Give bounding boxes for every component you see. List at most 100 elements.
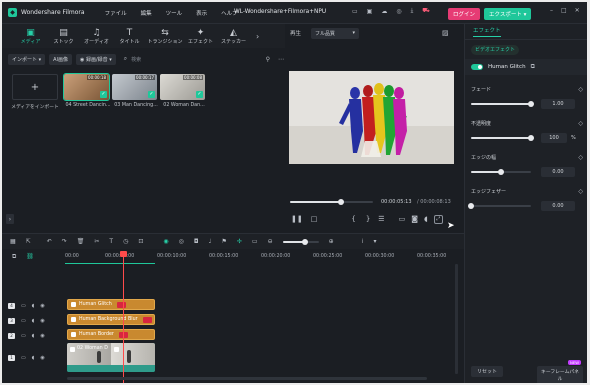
quality-dropdown[interactable]: フル品質 ▾: [311, 27, 360, 39]
stop-icon[interactable]: □: [311, 215, 318, 223]
player-scrubber[interactable]: [338, 199, 345, 205]
param-slider[interactable]: [468, 203, 531, 209]
import-dropdown[interactable]: インポート ▾: [8, 53, 46, 65]
param-value[interactable]: 1.00: [541, 99, 575, 109]
mask-icon[interactable]: ◘: [194, 238, 199, 245]
tab-transition[interactable]: ⇆ トランジション: [146, 24, 184, 48]
mark-in-icon[interactable]: {: [351, 215, 355, 223]
settings-icon[interactable]: ▾: [374, 238, 377, 245]
snapshot-icon[interactable]: ▨: [442, 29, 449, 37]
maximize-icon[interactable]: □: [561, 7, 567, 14]
tab-effect[interactable]: ✦ エフェクト: [184, 24, 217, 48]
zoom-out-icon[interactable]: ⊖: [268, 238, 273, 245]
eye-icon[interactable]: ◉: [40, 303, 44, 309]
search-input[interactable]: 検索: [131, 56, 221, 63]
menu-view[interactable]: 表示: [196, 9, 207, 17]
import-media-tile[interactable]: + メディアをインポート: [10, 74, 60, 110]
split-icon[interactable]: ✂: [94, 238, 99, 245]
keyframe-diamond-icon[interactable]: ◇: [578, 154, 583, 161]
filter-icon[interactable]: ⚲: [266, 56, 270, 63]
preview-render-icon[interactable]: ▭: [252, 238, 258, 245]
layout-icon[interactable]: ▦: [10, 238, 16, 245]
menu-file[interactable]: ファイル: [105, 9, 127, 17]
mute-icon[interactable]: ◖: [32, 355, 35, 361]
tab-audio[interactable]: ♫ オーディオ: [80, 24, 113, 48]
folder-icon[interactable]: ▭: [21, 355, 26, 361]
mark-out-icon[interactable]: }: [366, 215, 370, 223]
cloud-icon[interactable]: ☁: [381, 8, 387, 15]
zoom-slider[interactable]: [282, 238, 319, 245]
eye-icon[interactable]: ◉: [40, 318, 44, 324]
video-clip[interactable]: 02 Woman D: [67, 343, 155, 372]
playhead-handle[interactable]: [120, 251, 127, 257]
timeline-clip[interactable]: Human Border: [67, 329, 155, 340]
slider-knob[interactable]: [468, 203, 474, 209]
collapse-panel-icon[interactable]: ›: [6, 214, 14, 224]
tab-stock[interactable]: ▤ ストック: [47, 24, 80, 48]
export-button[interactable]: エクスポート ▾: [484, 8, 532, 20]
ai-image-button[interactable]: AI画像: [49, 53, 73, 65]
eye-icon[interactable]: ◉: [40, 355, 44, 361]
mute-icon[interactable]: ◖: [32, 303, 35, 309]
mute-icon[interactable]: ◖: [32, 318, 35, 324]
media-item[interactable]: 00:00:17 ✓ 03 Man Dancing...: [112, 74, 160, 108]
undo-icon[interactable]: ↶: [47, 238, 52, 245]
reset-button[interactable]: リセット: [471, 366, 503, 377]
snap-icon[interactable]: ✢: [237, 238, 242, 245]
menu-tools[interactable]: ツール: [166, 9, 183, 17]
folder-icon[interactable]: ▭: [21, 333, 26, 339]
text-tool-icon[interactable]: T: [109, 238, 113, 245]
param-slider[interactable]: [471, 135, 534, 141]
login-button[interactable]: ログイン: [448, 8, 481, 20]
zoom-in-icon[interactable]: ⊕: [329, 238, 334, 245]
delete-icon[interactable]: 🗑: [77, 238, 85, 245]
mute-icon[interactable]: ◖: [32, 333, 35, 339]
slider-knob[interactable]: [498, 169, 504, 175]
tab-sticker[interactable]: ◭ ステッカー: [217, 24, 250, 48]
timeline-scrollbar-v[interactable]: [455, 264, 458, 374]
param-slider[interactable]: [471, 101, 534, 107]
redo-icon[interactable]: ↷: [62, 238, 67, 245]
param-value[interactable]: 100: [541, 133, 567, 143]
media-item[interactable]: 00:00:18 ✓ 04 Street Dancin...: [63, 73, 112, 108]
playhead[interactable]: [123, 255, 124, 383]
volume-icon[interactable]: ◖: [424, 215, 428, 223]
pause-icon[interactable]: ❚❚: [291, 215, 303, 223]
save-icon[interactable]: ▣: [367, 8, 373, 15]
track-settings-icon[interactable]: ⧉: [12, 253, 16, 261]
fullscreen-icon[interactable]: ⤢: [433, 214, 443, 224]
tab-media[interactable]: ▣ メディア: [14, 24, 47, 48]
select-tool-icon[interactable]: ⇱: [26, 238, 31, 245]
record-dropdown[interactable]: ◉ 録画/録音 ▾: [76, 53, 116, 65]
panel-tab-effect[interactable]: エフェクト: [473, 26, 501, 37]
list-icon[interactable]: ☰: [378, 215, 384, 223]
timeline-clip[interactable]: Human Background Blur: [67, 314, 155, 325]
eye-icon[interactable]: ◉: [40, 333, 44, 339]
keyframe-diamond-icon[interactable]: ◇: [578, 188, 583, 195]
folder-icon[interactable]: ▭: [21, 318, 26, 324]
tab-title[interactable]: T タイトル: [113, 24, 146, 48]
slider-knob[interactable]: [528, 135, 534, 141]
close-icon[interactable]: ✕: [575, 7, 580, 14]
param-value[interactable]: 0.00: [541, 201, 575, 211]
timeline-scrollbar-h[interactable]: [67, 377, 427, 380]
record-icon[interactable]: ◎: [179, 238, 184, 245]
copy-icon[interactable]: ⧉: [531, 63, 535, 71]
param-value[interactable]: 0.00: [541, 167, 575, 177]
video-effect-chip[interactable]: ビデオエフェクト: [471, 45, 520, 55]
grid-icon[interactable]: ⁞: [362, 238, 364, 245]
effect-toggle[interactable]: [471, 64, 483, 70]
headset-icon[interactable]: ◎: [396, 8, 401, 15]
chevron-right-icon[interactable]: ›: [256, 32, 259, 41]
param-slider[interactable]: [471, 169, 531, 175]
microphone-icon[interactable]: ♩: [209, 238, 212, 245]
speed-icon[interactable]: ◷: [123, 238, 128, 245]
ai-tool-icon[interactable]: ◉: [163, 238, 168, 245]
crop-icon[interactable]: ⊡: [138, 238, 143, 245]
link-icon[interactable]: ⛓: [26, 253, 34, 260]
download-icon[interactable]: ⤓: [411, 7, 414, 15]
minimize-icon[interactable]: –: [550, 7, 553, 14]
keyframe-panel-button[interactable]: キーフレームパネル: [537, 366, 583, 383]
media-item[interactable]: 00:00:08 ✓ 02 Woman Dan...: [160, 74, 208, 108]
monitor-icon[interactable]: ▭: [352, 8, 358, 15]
